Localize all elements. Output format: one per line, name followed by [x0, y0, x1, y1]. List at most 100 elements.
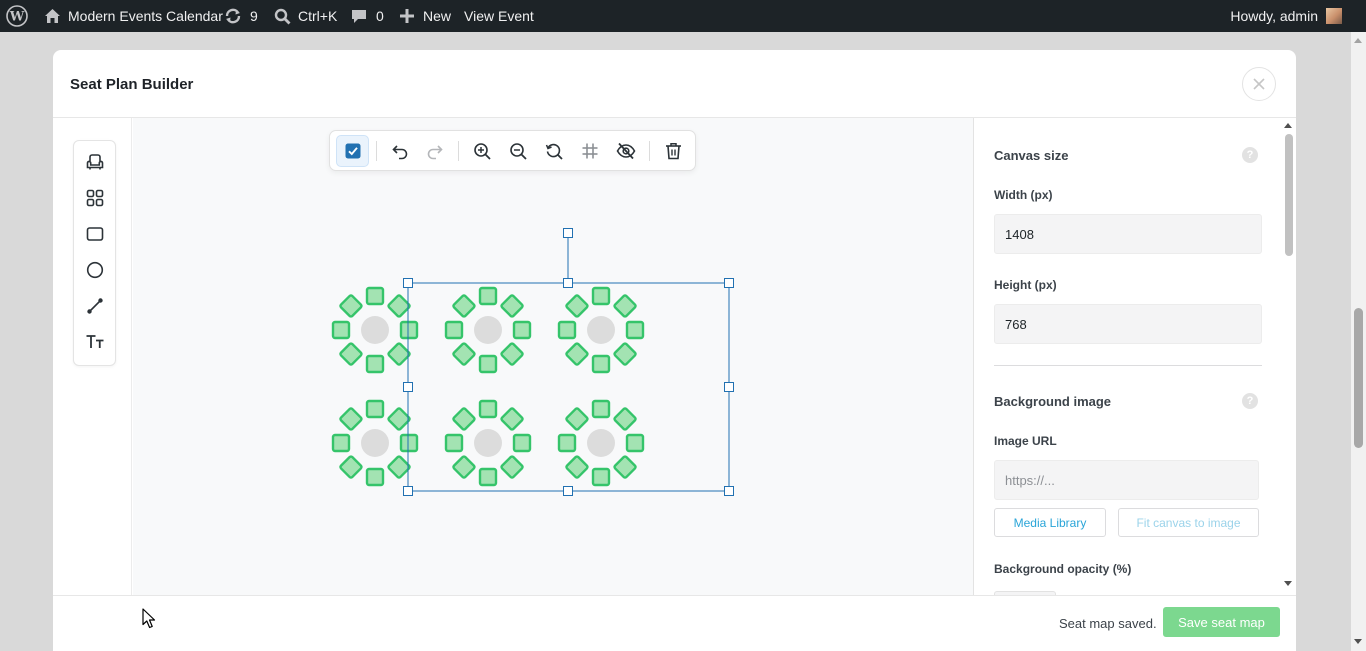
seat[interactable] — [512, 433, 532, 453]
panel-scrollbar-thumb[interactable] — [1285, 134, 1293, 256]
site-name-link[interactable]: Modern Events Calendar — [44, 0, 223, 32]
seat[interactable] — [452, 455, 476, 479]
seat[interactable] — [331, 433, 351, 453]
seat[interactable] — [565, 342, 589, 366]
seat[interactable] — [500, 294, 524, 318]
seat[interactable] — [478, 399, 498, 419]
seat[interactable] — [613, 294, 637, 318]
seat[interactable] — [452, 342, 476, 366]
scroll-up-arrow-icon[interactable] — [1354, 38, 1362, 43]
seat[interactable] — [478, 467, 498, 487]
resize-handle[interactable] — [403, 486, 413, 496]
seat[interactable] — [331, 320, 351, 340]
canvas-height-input[interactable] — [994, 304, 1262, 344]
resize-handle[interactable] — [724, 382, 734, 392]
resize-handle[interactable] — [563, 278, 573, 288]
seat[interactable] — [365, 467, 385, 487]
hide-labels-button[interactable] — [615, 140, 637, 162]
seat-plan-canvas[interactable] — [133, 118, 973, 595]
account-greeting[interactable]: Howdy, admin — [1230, 0, 1318, 32]
canvas-size-help-icon[interactable]: ? — [1242, 147, 1258, 163]
seat[interactable] — [339, 294, 363, 318]
new-content-link[interactable]: New — [400, 0, 451, 32]
seat[interactable] — [591, 467, 611, 487]
canvas-width-input[interactable] — [994, 214, 1262, 254]
seat[interactable] — [339, 407, 363, 431]
delete-button[interactable] — [662, 140, 684, 162]
resize-handle[interactable] — [563, 486, 573, 496]
scroll-down-arrow-icon[interactable] — [1354, 639, 1362, 644]
view-event-link[interactable]: View Event — [464, 0, 534, 32]
rectangle-tool-button[interactable] — [85, 224, 105, 244]
wordpress-logo-icon[interactable]: W — [6, 0, 28, 32]
comments-link[interactable]: 0 — [351, 0, 384, 32]
table-tool-button[interactable] — [85, 188, 105, 208]
text-tool-button[interactable] — [85, 332, 105, 352]
seat[interactable] — [387, 342, 411, 366]
select-toggle-button[interactable] — [336, 135, 369, 167]
seat[interactable] — [613, 342, 637, 366]
close-button[interactable] — [1242, 67, 1276, 101]
seat[interactable] — [387, 455, 411, 479]
panel-scroll-up-icon[interactable] — [1284, 123, 1292, 128]
round-table[interactable] — [361, 429, 389, 457]
seat[interactable] — [478, 286, 498, 306]
seat[interactable] — [512, 320, 532, 340]
seat[interactable] — [399, 320, 419, 340]
undo-button[interactable] — [389, 140, 411, 162]
zoom-out-button[interactable] — [507, 140, 529, 162]
updates-link[interactable]: 9 — [224, 0, 258, 32]
seat[interactable] — [591, 399, 611, 419]
seat[interactable] — [613, 407, 637, 431]
panel-scroll-down-icon[interactable] — [1284, 581, 1292, 586]
seat[interactable] — [565, 455, 589, 479]
round-table[interactable] — [474, 316, 502, 344]
seat[interactable] — [399, 433, 419, 453]
round-table[interactable] — [361, 316, 389, 344]
reset-zoom-button[interactable] — [543, 140, 565, 162]
seat[interactable] — [557, 433, 577, 453]
seat[interactable] — [365, 354, 385, 374]
seat[interactable] — [500, 407, 524, 431]
seat-tool-button[interactable] — [85, 152, 105, 172]
seat[interactable] — [444, 320, 464, 340]
resize-handle[interactable] — [403, 382, 413, 392]
seat[interactable] — [387, 407, 411, 431]
line-tool-button[interactable] — [85, 296, 105, 316]
search-link[interactable]: Ctrl+K — [274, 0, 337, 32]
seat[interactable] — [339, 342, 363, 366]
seat[interactable] — [444, 433, 464, 453]
seat[interactable] — [452, 407, 476, 431]
seat[interactable] — [478, 354, 498, 374]
grid-toggle-button[interactable] — [579, 140, 601, 162]
window-scrollbar-thumb[interactable] — [1354, 308, 1363, 448]
media-library-button[interactable]: Media Library — [994, 508, 1106, 537]
redo-button[interactable] — [424, 140, 446, 162]
seat[interactable] — [613, 455, 637, 479]
seat[interactable] — [591, 286, 611, 306]
seat[interactable] — [500, 342, 524, 366]
seat[interactable] — [625, 433, 645, 453]
seat[interactable] — [387, 294, 411, 318]
panel-scrollbar[interactable] — [1279, 118, 1296, 595]
save-seat-map-button[interactable]: Save seat map — [1163, 607, 1280, 637]
circle-tool-button[interactable] — [85, 260, 105, 280]
seat[interactable] — [365, 399, 385, 419]
fit-canvas-button[interactable]: Fit canvas to image — [1118, 508, 1259, 537]
seat[interactable] — [557, 320, 577, 340]
seat[interactable] — [500, 455, 524, 479]
resize-handle[interactable] — [403, 278, 413, 288]
seat[interactable] — [339, 455, 363, 479]
seat[interactable] — [565, 407, 589, 431]
seat[interactable] — [565, 294, 589, 318]
seat[interactable] — [365, 286, 385, 306]
avatar[interactable] — [1326, 8, 1342, 24]
resize-handle[interactable] — [563, 228, 573, 238]
background-help-icon[interactable]: ? — [1242, 393, 1258, 409]
canvas-stage[interactable] — [133, 118, 973, 595]
window-scrollbar[interactable] — [1351, 32, 1366, 651]
resize-handle[interactable] — [724, 486, 734, 496]
resize-handle[interactable] — [724, 278, 734, 288]
round-table[interactable] — [587, 429, 615, 457]
seat[interactable] — [452, 294, 476, 318]
